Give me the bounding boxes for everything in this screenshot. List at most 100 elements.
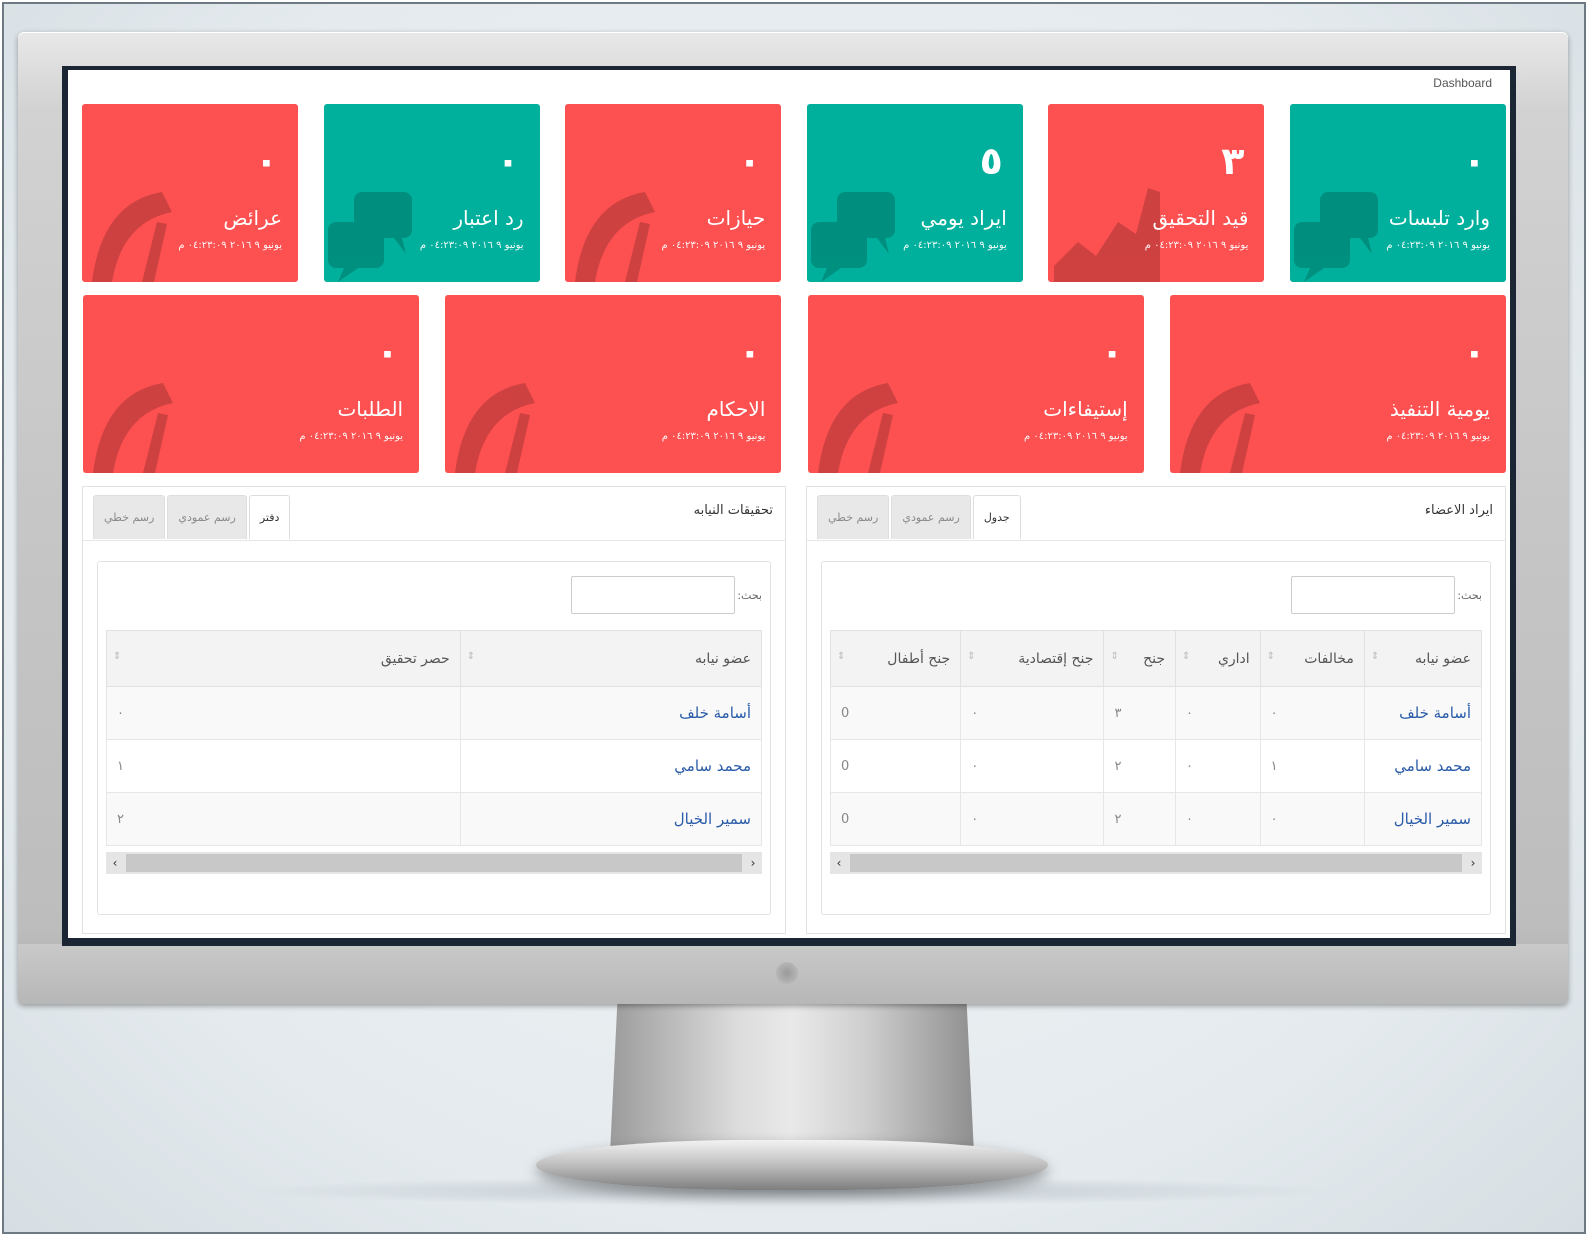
column-header[interactable]: جنح ⇕ (1103, 630, 1177, 687)
sort-icon[interactable]: ⇕ (467, 651, 475, 662)
data-table: عضو نيابه ⇕ مخالفات ⇕ اداري ⇕ جنح ⇕ جنح إقتصادية… (829, 630, 1483, 846)
scrollbar-thumb[interactable] (126, 854, 742, 872)
column-label: عضو نيابه (695, 650, 751, 667)
sort-icon[interactable]: ⇕ (1371, 651, 1379, 662)
tile-date: يونيو ٩ ٢٠١٦ ٠٤:٢٣:٠٩ م (1144, 240, 1249, 251)
column-header[interactable]: حصر تحقيق ⇕ (106, 630, 461, 687)
column-label: اداري (1217, 650, 1250, 667)
column-label: جنح أطفال (887, 650, 951, 667)
table-row: أسامة خلف ٠ ٠ ٣ ٠ 0 (829, 686, 1483, 740)
scroll-left-icon[interactable]: ‹ (830, 852, 848, 874)
table-row: سمير الخيال ٠ ٠ ٢ ٠ 0 (829, 792, 1483, 846)
scroll-right-icon[interactable]: › (744, 852, 762, 874)
stat-tile[interactable]: ٠ عرائض يونيو ٩ ٢٠١٦ ٠٤:٢٣:٠٩ م (82, 104, 298, 282)
chat-icon (1294, 192, 1378, 282)
monitor-neck (610, 1004, 974, 1154)
tile-label: قيد التحقيق (1152, 206, 1249, 230)
tile-count: ٥ (979, 139, 1003, 183)
stat-tile[interactable]: ٠ وارد تلبسات يونيو ٩ ٢٠١٦ ٠٤:٢٣:٠٩ م (1290, 104, 1506, 282)
member-link[interactable]: سمير الخيال (459, 792, 763, 846)
column-header[interactable]: اداري ⇕ (1175, 630, 1261, 687)
area-chart-icon (1054, 188, 1161, 282)
table-cell: ٠ (960, 686, 1105, 740)
horizontal-scrollbar[interactable]: ‹ › (830, 852, 1482, 874)
scroll-right-icon[interactable]: › (1464, 852, 1482, 874)
column-header[interactable]: جنح أطفال ⇕ (829, 630, 962, 687)
table-row: سمير الخيال ٢ (106, 792, 763, 846)
column-header[interactable]: جنح إقتصادية ⇕ (960, 630, 1105, 687)
search-input[interactable] (571, 576, 736, 614)
chat-icon (807, 182, 927, 282)
stat-tile[interactable]: ٠ يومية التنفيذ يونيو ٩ ٢٠١٦ ٠٤:٢٣:٠٩ م (1170, 295, 1506, 473)
tab-1[interactable]: رسم عمودي (891, 495, 971, 539)
search-label: بحث: (1457, 588, 1482, 602)
area-chart-icon (1048, 182, 1168, 282)
stat-tile[interactable]: ٠ الطلبات يونيو ٩ ٢٠١٦ ٠٤:٢٣:٠٩ م (83, 295, 420, 473)
stat-tile[interactable]: ٠ رد اعتبار يونيو ٩ ٢٠١٦ ٠٤:٢٣:٠٩ م (323, 104, 540, 282)
table-cell: ٠ (960, 792, 1105, 846)
sort-icon[interactable]: ⇕ (1110, 651, 1118, 662)
gauge-icon (1180, 383, 1260, 473)
stat-tile[interactable]: ٠ إستيفاءات يونيو ٩ ٢٠١٦ ٠٤:٢٣:٠٩ م (807, 295, 1144, 473)
table-cell: 0 (829, 686, 962, 740)
member-link[interactable]: محمد سامي (459, 739, 763, 793)
table-row: أسامة خلف ٠ (106, 686, 763, 740)
column-header[interactable]: عضو نيابه ⇕ (1363, 630, 1483, 687)
tile-label: إستيفاءات (1043, 397, 1128, 421)
members-panel: ايراد الاعضاء رسم خطي رسم عمودي جدول بحث: عضو… (806, 486, 1506, 934)
tile-label: حيازات (706, 206, 766, 230)
scroll-left-icon[interactable]: ‹ (106, 852, 124, 874)
gauge-icon (92, 192, 172, 282)
sort-icon[interactable]: ⇕ (1182, 651, 1190, 662)
member-link[interactable]: محمد سامي (1363, 739, 1483, 793)
tile-date: يونيو ٩ ٢٠١٦ ٠٤:٢٣:٠٩ م (661, 240, 766, 251)
table-cell: ٢ (106, 792, 461, 846)
member-link[interactable]: سمير الخيال (1363, 792, 1483, 846)
column-label: مخالفات (1304, 650, 1354, 667)
tab-1[interactable]: رسم عمودي (167, 495, 247, 539)
tile-label: وارد تلبسات (1388, 206, 1490, 230)
tile-date: يونيو ٩ ٢٠١٦ ٠٤:٢٣:٠٩ م (419, 240, 524, 251)
panel-title: تحقيقات النيابه (693, 503, 773, 518)
table-row: محمد سامي ١ (106, 739, 763, 793)
tab-2[interactable]: رسم خطي (93, 495, 166, 539)
table-cell: ٠ (1175, 792, 1261, 846)
member-link[interactable]: أسامة خلف (1363, 686, 1483, 740)
data-table: عضو نيابه ⇕ حصر تحقيق ⇕ أسامة خلف ٠ محمد سامي ١… (106, 630, 763, 846)
panel-header: ايراد الاعضاء رسم خطي رسم عمودي جدول (807, 487, 1505, 541)
sort-icon[interactable]: ⇕ (1267, 651, 1275, 662)
gauge-icon (565, 182, 685, 282)
tile-label: عرائض (223, 206, 282, 230)
table-cell: ٣ (1103, 686, 1177, 740)
column-label: جنح (1143, 650, 1166, 667)
tile-count: ٠ (737, 139, 762, 183)
tile-label: ايراد يومي (920, 206, 1007, 230)
tab-2[interactable]: رسم خطي (817, 495, 890, 539)
stat-tile[interactable]: ٥ ايراد يومي يونيو ٩ ٢٠١٦ ٠٤:٢٣:٠٩ م (806, 104, 1023, 282)
panel-header: تحقيقات النيابه رسم خطي رسم عمودي دفتر (83, 487, 785, 541)
tile-date: يونيو ٩ ٢٠١٦ ٠٤:٢٣:٠٩ م (299, 431, 404, 442)
stat-tile[interactable]: ٣ قيد التحقيق يونيو ٩ ٢٠١٦ ٠٤:٢٣:٠٩ م (1048, 104, 1265, 282)
tab-0[interactable]: جدول (972, 495, 1021, 539)
sort-icon[interactable]: ⇕ (837, 651, 845, 662)
table-header-row: عضو نيابه ⇕ مخالفات ⇕ اداري ⇕ جنح ⇕ جنح إقتصادية… (829, 630, 1483, 687)
column-header[interactable]: عضو نيابه ⇕ (459, 630, 763, 687)
tile-count: ٠ (738, 330, 762, 374)
stat-tile[interactable]: ٠ الاحكام يونيو ٩ ٢٠١٦ ٠٤:٢٣:٠٩ م (445, 295, 782, 473)
table-container: بحث: عضو نيابه ⇕ مخالفات ⇕ اداري ⇕ جنح ⇕ جنح إقتص… (821, 561, 1491, 915)
search-input[interactable] (1291, 576, 1456, 614)
sort-icon[interactable]: ⇕ (113, 651, 121, 662)
stat-tile[interactable]: ٠ حيازات يونيو ٩ ٢٠١٦ ٠٤:٢٣:٠٩ م (565, 104, 782, 282)
breadcrumb[interactable]: Dashboard (1433, 76, 1492, 90)
tile-label: الاحكام (706, 397, 766, 421)
tile-count: ٠ (496, 139, 520, 183)
column-header[interactable]: مخالفات ⇕ (1259, 630, 1365, 687)
tab-0[interactable]: دفتر (248, 495, 291, 539)
table-cell: ٠ (1175, 739, 1261, 793)
gauge-icon (93, 383, 174, 473)
member-link[interactable]: أسامة خلف (459, 686, 763, 740)
sort-icon[interactable]: ⇕ (967, 651, 975, 662)
scrollbar-thumb[interactable] (850, 854, 1462, 872)
table-header-row: عضو نيابه ⇕ حصر تحقيق ⇕ (106, 630, 763, 687)
horizontal-scrollbar[interactable]: ‹ › (106, 852, 762, 874)
